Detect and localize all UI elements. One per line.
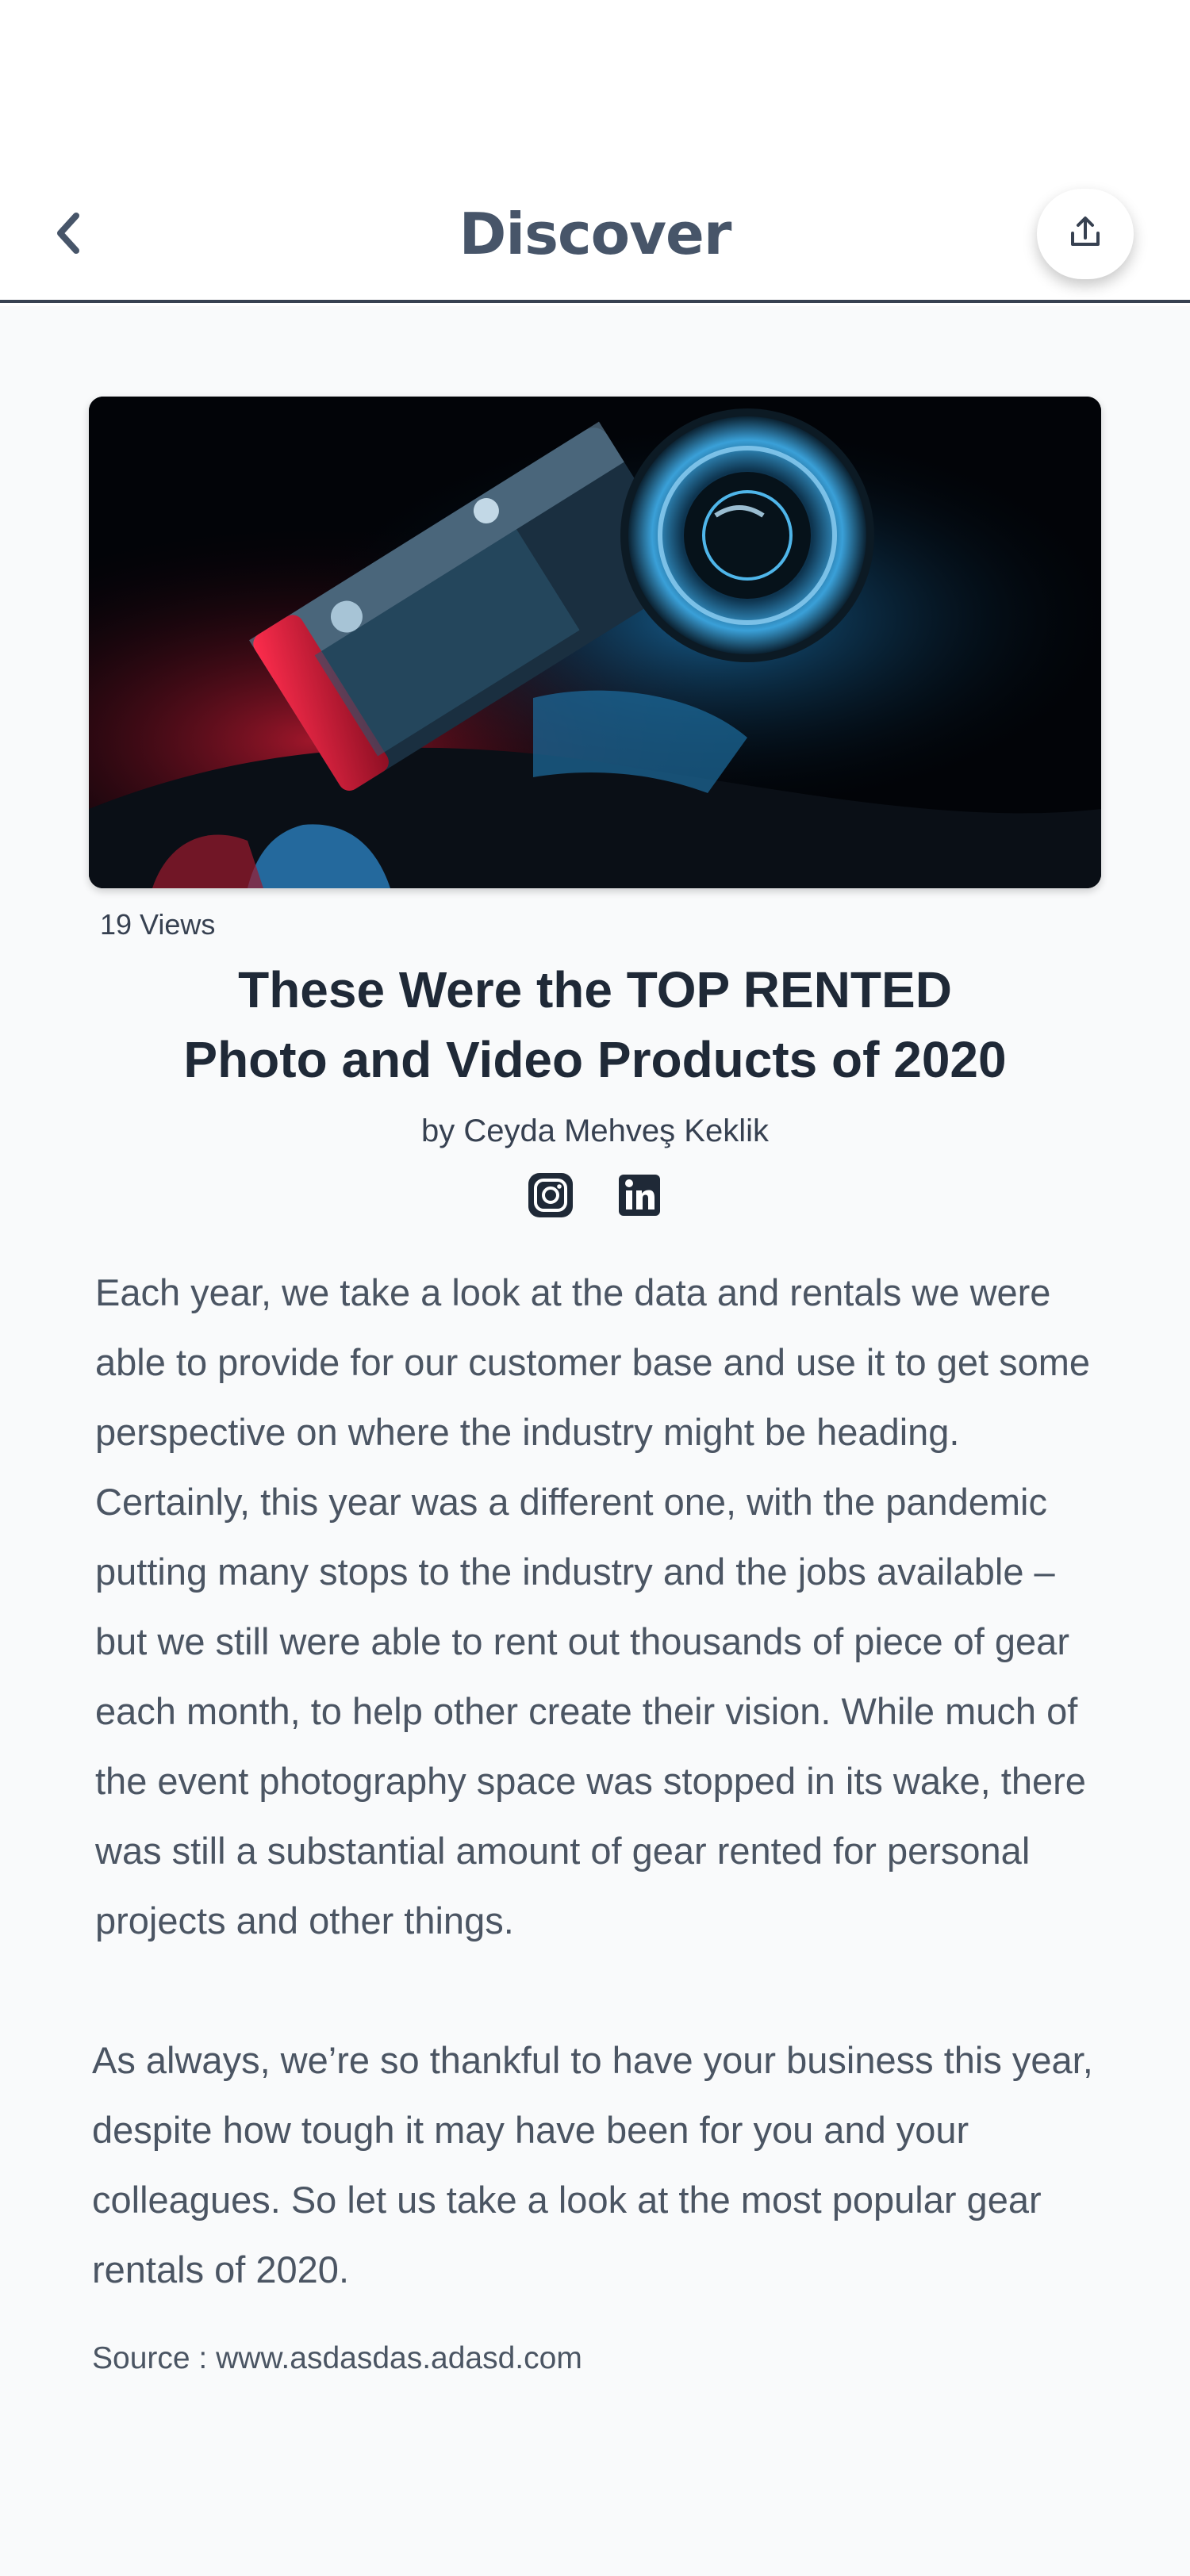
hero-image — [89, 397, 1101, 888]
social-links — [516, 1171, 674, 1234]
article-paragraph-2: As always, we’re so thankful to have you… — [92, 2039, 1093, 2290]
top-navigation-bar: Discover — [0, 0, 1190, 303]
author-byline: by Ceyda Mehveş Keklik — [421, 1114, 769, 1148]
article-content: 19 Views These Were the TOP RENTED Photo… — [0, 306, 1190, 2576]
linkedin-button[interactable] — [615, 1171, 664, 1223]
article-paragraph-1: Each year, we take a look at the data an… — [95, 1271, 1091, 1942]
share-button[interactable] — [1037, 189, 1134, 279]
article-screen: Discover 19 Views These Were the TOP REN… — [0, 0, 1190, 2576]
article-title-line-2: Photo and Video Products of 2020 — [183, 1031, 1007, 1088]
chevron-left-icon — [52, 209, 84, 260]
back-button[interactable] — [38, 195, 98, 274]
linkedin-icon — [617, 1173, 662, 1221]
instagram-button[interactable] — [526, 1171, 575, 1223]
instagram-icon — [527, 1171, 574, 1222]
source-link[interactable]: Source : www.asdasdas.adasd.com — [92, 2336, 582, 2381]
article-title: These Were the TOP RENTED Photo and Vide… — [111, 955, 1079, 1094]
page-title: Discover — [459, 201, 732, 267]
share-upload-icon — [1067, 214, 1104, 254]
article-title-line-1: These Were the TOP RENTED — [238, 961, 952, 1018]
views-count: 19 Views — [100, 908, 216, 941]
